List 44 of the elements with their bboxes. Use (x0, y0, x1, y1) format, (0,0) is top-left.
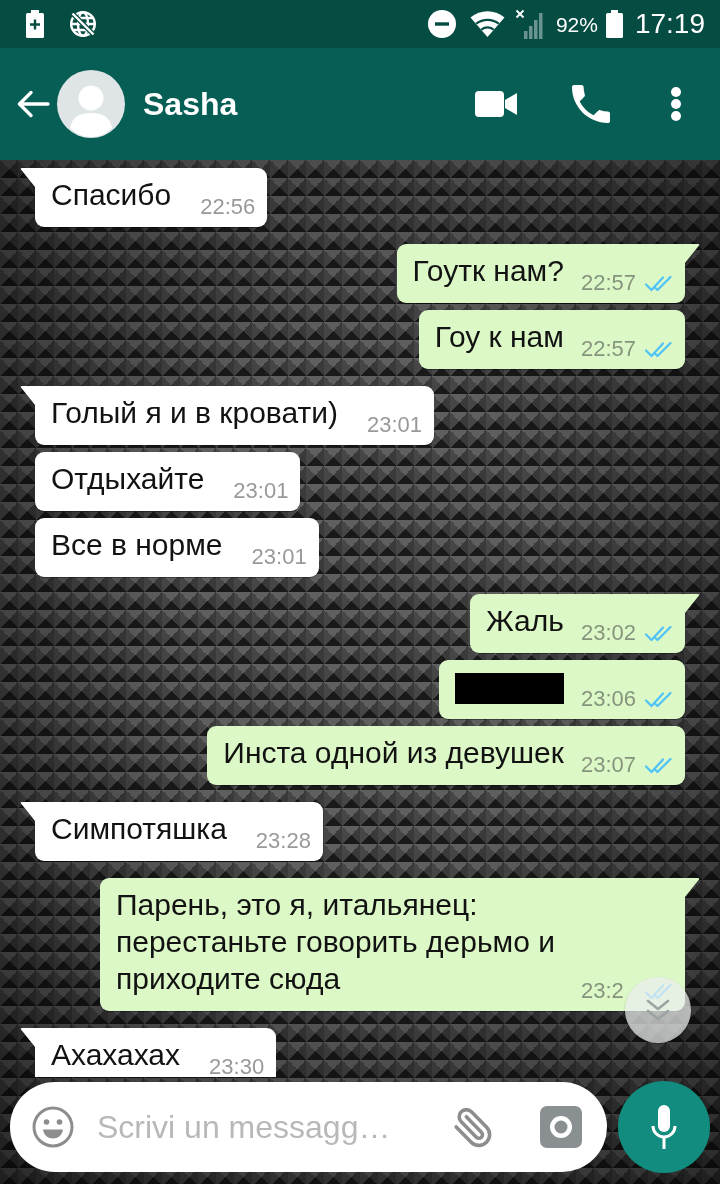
message-text: Жаль (486, 603, 564, 639)
microphone-icon (651, 1105, 677, 1149)
message-time: 23:2 (581, 978, 625, 1004)
message-time: 23:30 (209, 1054, 265, 1077)
message-input[interactable]: Scrivi un messagg… (97, 1108, 429, 1146)
camera-icon[interactable] (540, 1106, 582, 1148)
message-text: Голый я и в кровати) (51, 395, 338, 431)
message-time: 23:07 (580, 752, 636, 778)
message-time: 23:28 (255, 828, 311, 854)
microphone-button[interactable] (618, 1081, 710, 1173)
message-time: 22:57 (580, 270, 636, 296)
battery-plus-icon (26, 10, 44, 38)
message-text: Спасибо (51, 177, 172, 213)
message-text: Все в норме (51, 527, 223, 563)
message-text: Гоу к нам (434, 319, 564, 355)
message-text: Гоутк нам? (412, 253, 564, 289)
more-vertical-icon[interactable] (670, 86, 682, 122)
message-time: 23:01 (367, 412, 423, 438)
phone-icon[interactable] (572, 85, 610, 123)
scroll-down-button[interactable] (625, 977, 691, 1043)
back-arrow-icon[interactable] (15, 89, 50, 119)
smiley-icon[interactable] (32, 1106, 74, 1148)
message-text: Парень, это я, итальянец: перестаньте говорить дерьмо и приходите сюда (116, 887, 556, 997)
message-time: 22:57 (580, 336, 636, 362)
wifi-icon (469, 11, 505, 37)
minus-circle-icon (427, 10, 456, 38)
message-text: Инста одной из девушек (223, 735, 564, 771)
message-text: Отдыхайте (51, 461, 205, 497)
message-time: 23:01 (233, 478, 289, 504)
message-time: 23:01 (251, 544, 307, 570)
double-chevron-down-icon (645, 998, 671, 1022)
contact-name[interactable]: Sasha (143, 85, 238, 123)
message-time: 22:56 (200, 194, 256, 220)
message-text: Ахахахах (51, 1037, 181, 1073)
battery-percent: 92% (555, 13, 598, 35)
no-signal-icon (514, 9, 545, 39)
message-time: 23:06 (580, 686, 636, 712)
video-camera-icon[interactable] (475, 91, 517, 117)
globe-off-icon (69, 10, 97, 38)
battery-icon (605, 10, 623, 38)
message-time: 23:02 (580, 620, 636, 646)
avatar-icon[interactable] (57, 70, 125, 138)
clock-time: 17:19 (634, 10, 705, 38)
message-text: Симпотяшка (51, 811, 227, 847)
